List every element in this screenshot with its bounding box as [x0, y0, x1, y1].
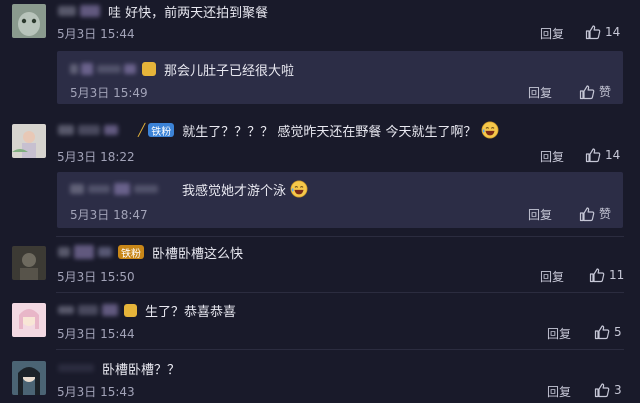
avatar[interactable]	[12, 124, 46, 158]
reply-button[interactable]: 回复	[528, 206, 552, 223]
username[interactable]	[70, 64, 78, 74]
like-button[interactable]: 5	[594, 324, 622, 340]
like-count: 3	[614, 383, 622, 397]
username[interactable]	[58, 306, 74, 314]
thumbs-up-icon	[585, 147, 601, 163]
fan-badge: 铁粉	[118, 245, 144, 260]
thumbs-up-icon	[594, 324, 610, 340]
like-button[interactable]: 14	[585, 24, 620, 40]
username[interactable]	[70, 184, 84, 194]
username[interactable]	[58, 364, 94, 372]
reply-button[interactable]: 回复	[547, 383, 571, 400]
reply-button[interactable]: 回复	[540, 148, 564, 165]
like-count: 14	[605, 148, 621, 162]
like-button[interactable]: 赞	[579, 205, 611, 222]
username[interactable]	[80, 5, 100, 17]
username[interactable]	[78, 125, 100, 135]
username[interactable]	[97, 65, 121, 73]
reply-label: 回复	[528, 86, 553, 100]
reply-row-1: 那会儿肚子已经很大啦	[70, 60, 295, 79]
username[interactable]	[58, 125, 74, 135]
reply-label: 回复	[540, 27, 565, 41]
username[interactable]	[98, 247, 112, 257]
comment-time: 5月3日 18:22	[57, 150, 135, 164]
reply-time: 5月3日 15:49	[70, 86, 148, 100]
reply-text: 那会儿肚子已经很大啦	[164, 63, 295, 79]
thumbs-up-icon	[579, 206, 595, 222]
reply-label: 回复	[540, 150, 565, 164]
comment-time: 5月3日 15:44	[57, 27, 135, 41]
reply-label: 回复	[547, 327, 572, 341]
username[interactable]	[74, 245, 94, 259]
username[interactable]	[124, 64, 136, 74]
reply-button[interactable]: 回复	[547, 325, 571, 342]
avatar[interactable]	[12, 4, 46, 38]
comment-row-5: 卧槽卧槽？？	[58, 359, 181, 378]
like-count: 14	[605, 25, 621, 39]
like-count: 11	[609, 268, 625, 282]
laughing-face-icon	[290, 180, 308, 198]
emoji-icon	[124, 303, 137, 317]
divider	[56, 292, 624, 293]
comment-time: 5月3日 15:44	[57, 327, 135, 341]
username[interactable]	[81, 63, 93, 75]
emoji-icon	[142, 62, 156, 76]
like-button[interactable]: 11	[589, 267, 624, 283]
divider	[56, 236, 624, 237]
like-button[interactable]: 3	[594, 382, 622, 398]
comment-text: 哇 好快，前两天还拍到聚餐	[108, 5, 269, 21]
comment-text: 卧槽卧槽这么快	[152, 246, 244, 262]
avatar[interactable]	[12, 303, 46, 337]
reply-button[interactable]: 回复	[528, 84, 552, 101]
reply-text: 我感觉她才游个泳	[182, 183, 287, 199]
comment-row-3: 铁粉 卧槽卧槽这么快	[58, 243, 244, 262]
avatar[interactable]	[12, 246, 46, 280]
username[interactable]	[114, 183, 130, 195]
laughing-face-icon	[481, 121, 499, 139]
username[interactable]	[58, 6, 76, 16]
username[interactable]	[78, 305, 98, 315]
username[interactable]	[58, 247, 70, 257]
avatar[interactable]	[12, 361, 46, 395]
comment-text: 卧槽卧槽？？	[102, 362, 181, 378]
divider	[56, 349, 624, 350]
like-label: 赞	[599, 85, 612, 99]
thumbs-up-icon	[585, 24, 601, 40]
flair-icon: ╱	[138, 123, 146, 137]
thumbs-up-icon	[589, 267, 605, 283]
reply-label: 回复	[547, 385, 572, 399]
thumbs-up-icon	[594, 382, 610, 398]
like-button[interactable]: 赞	[579, 83, 611, 100]
like-count: 5	[614, 325, 622, 339]
username[interactable]	[102, 304, 118, 316]
reply-label: 回复	[528, 208, 553, 222]
thumbs-up-icon	[579, 84, 595, 100]
reply-button[interactable]: 回复	[540, 268, 564, 285]
username[interactable]	[88, 185, 110, 193]
comment-row-2: ╱ 铁粉 就生了？？？？ 感觉昨天还在野餐 今天就生了啊？	[58, 121, 499, 140]
comment-text: 就生了？？？？ 感觉昨天还在野餐 今天就生了啊？	[182, 124, 477, 140]
comment-row-4: 生了？恭喜恭喜	[58, 301, 237, 320]
username[interactable]	[104, 125, 118, 135]
comment-time: 5月3日 15:50	[57, 270, 135, 284]
reply-label: 回复	[540, 270, 565, 284]
comment-time: 5月3日 15:43	[57, 385, 135, 399]
comment-text: 生了？恭喜恭喜	[145, 304, 237, 320]
reply-time: 5月3日 18:47	[70, 208, 148, 222]
fan-badge: 铁粉	[148, 123, 175, 138]
reply-button[interactable]: 回复	[540, 25, 564, 42]
reply-row-2: 我感觉她才游个泳	[70, 180, 308, 199]
like-button[interactable]: 14	[585, 147, 620, 163]
comment-row-1: 哇 好快，前两天还拍到聚餐	[58, 2, 269, 21]
like-label: 赞	[599, 207, 612, 221]
username[interactable]	[134, 185, 158, 193]
